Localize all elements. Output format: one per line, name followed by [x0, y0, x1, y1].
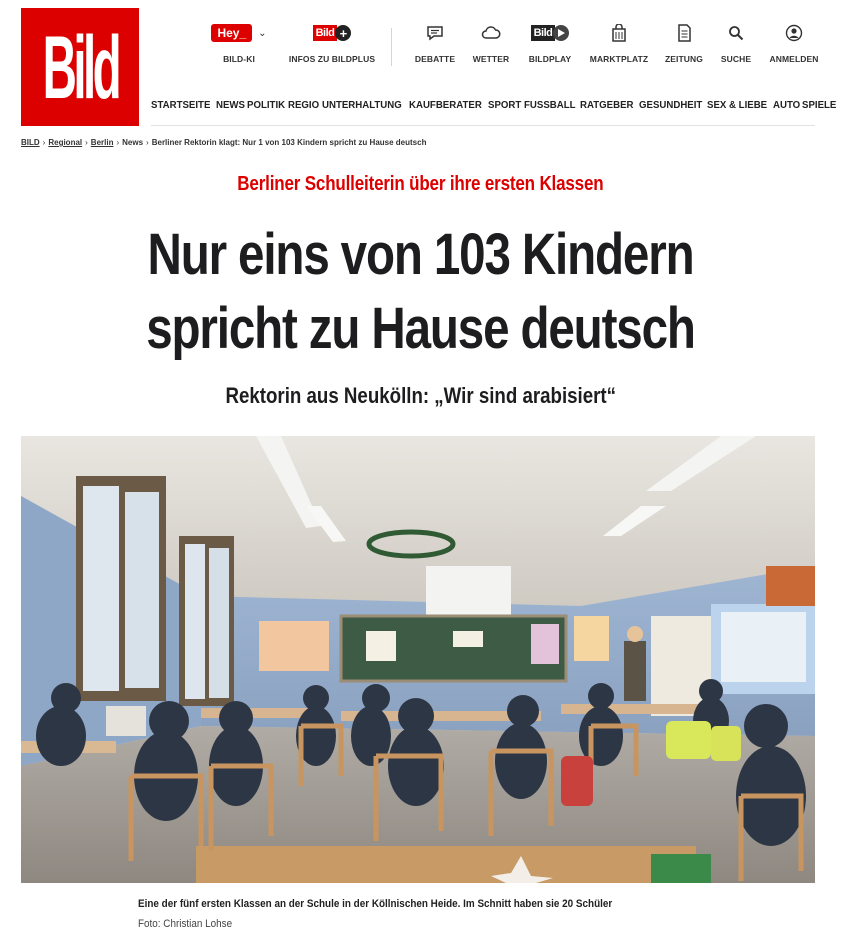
nav-sport[interactable]: SPORT — [488, 99, 521, 117]
nav-label: ANMELDEN — [769, 54, 819, 64]
hey-badge-icon: Hey_ — [211, 24, 253, 42]
breadcrumb-bild[interactable]: BILD — [21, 138, 40, 147]
headline-line-1: Nur eins von 103 Kindern — [147, 222, 695, 287]
nav-regio[interactable]: REGIO — [288, 99, 319, 117]
main-navigation: STARTSEITE NEWS POLITIK REGIO UNTERHALTU… — [151, 99, 837, 117]
breadcrumb-news[interactable]: News — [122, 138, 143, 147]
article-kicker: Berliner Schulleiterin über ihre ersten … — [237, 173, 604, 195]
nav-kaufberater[interactable]: KAUFBERATER — [409, 99, 482, 117]
article-headline: Nur eins von 103 Kindern spricht zu Haus… — [0, 218, 841, 366]
nav-anmelden[interactable]: ANMELDEN — [749, 18, 839, 64]
nav-startseite[interactable]: STARTSEITE — [151, 99, 210, 117]
shopping-bag-icon — [611, 18, 627, 48]
image-credit: Foto: Christian Lohse — [138, 918, 233, 930]
breadcrumb-regional[interactable]: Regional — [48, 138, 82, 147]
nav-news[interactable]: NEWS — [216, 99, 245, 117]
breadcrumb: BILD › Regional › Berlin › News › Berliner Rekto… — [21, 138, 427, 147]
nav-gesundheit[interactable]: GESUNDHEIT — [639, 99, 702, 117]
nav-sex-liebe[interactable]: SEX & LIEBE — [707, 99, 767, 117]
search-icon — [728, 18, 744, 48]
nav-infos-bildplus[interactable]: Bild + INFOS ZU BILDPLUS — [287, 18, 377, 64]
nav-label: BILDPLAY — [528, 54, 572, 64]
nav-label: SUCHE — [720, 54, 752, 64]
cloud-icon — [481, 18, 501, 48]
classroom-photo — [21, 436, 815, 883]
top-navigation: Hey_ ⌄ BILD-KI Bild + INFOS ZU BILDPLUS DE… — [195, 18, 825, 74]
nav-label: BILD-KI — [223, 54, 255, 64]
breadcrumb-berlin[interactable]: Berlin — [91, 138, 114, 147]
bildplay-icon: Bild — [530, 25, 570, 41]
nav-label: INFOS ZU BILDPLUS — [288, 54, 376, 64]
speech-bubble-icon — [426, 18, 444, 48]
image-caption: Eine der fünf ersten Klassen an der Schu… — [138, 898, 613, 910]
nav-ratgeber[interactable]: RATGEBER — [580, 99, 633, 117]
nav-auto[interactable]: AUTO — [773, 99, 800, 117]
bildplus-icon: Bild + — [312, 25, 352, 41]
article-image[interactable] — [21, 436, 815, 883]
nav-spiele[interactable]: SPIELE — [802, 99, 836, 117]
chevron-down-icon: ⌄ — [258, 27, 267, 39]
nav-fussball[interactable]: FUSSBALL — [524, 99, 576, 117]
bild-logo[interactable]: Bild — [21, 8, 139, 126]
article-subheadline: Rektorin aus Neukölln: „Wir sind arabisi… — [225, 383, 616, 408]
nav-divider-line — [151, 125, 815, 126]
logo-text: Bild — [42, 17, 121, 117]
breadcrumb-current: Berliner Rektorin klagt: Nur 1 von 103 K… — [151, 138, 427, 147]
nav-label: WETTER — [472, 54, 510, 64]
headline-line-2: spricht zu Hause deutsch — [146, 296, 696, 361]
newspaper-icon — [677, 18, 691, 48]
user-icon — [785, 18, 803, 48]
nav-politik[interactable]: POLITIK — [247, 99, 285, 117]
nav-bild-ki[interactable]: Hey_ ⌄ BILD-KI — [194, 18, 284, 64]
nav-unterhaltung[interactable]: UNTERHALTUNG — [322, 99, 402, 117]
